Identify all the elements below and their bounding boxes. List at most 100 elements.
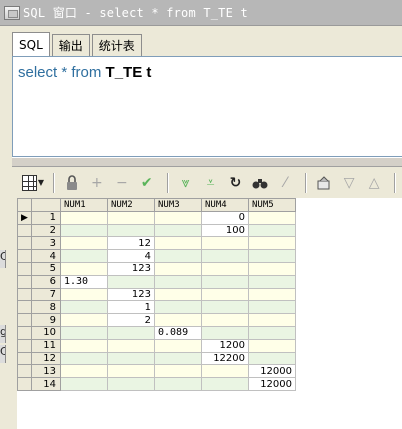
grid-cell[interactable]	[154, 274, 202, 289]
grid-cell[interactable]	[248, 249, 296, 263]
grid-cell[interactable]	[60, 338, 108, 353]
grid-cell[interactable]	[107, 274, 155, 289]
grid-cell[interactable]	[154, 249, 202, 263]
grid-cell[interactable]: 0	[201, 210, 249, 225]
delete-record-icon[interactable]: −	[111, 172, 133, 194]
grid-cell[interactable]	[60, 249, 108, 263]
table-row[interactable]: 11 1200	[17, 338, 296, 353]
filter-up-icon[interactable]: △	[363, 172, 385, 194]
table-row[interactable]: 10 0.089	[17, 325, 296, 340]
lock-icon[interactable]	[61, 172, 83, 194]
row-marker[interactable]	[17, 351, 32, 366]
grid-cell[interactable]: 100	[201, 223, 249, 238]
result-grid[interactable]: NUM1 NUM2 NUM3 NUM4 NUM5 ▶ 1 0 2 100 3 12 4 4 5 12…	[17, 198, 402, 429]
row-number[interactable]: 11	[31, 338, 61, 353]
row-number[interactable]: 10	[31, 325, 61, 340]
row-number[interactable]: 4	[31, 249, 61, 263]
row-number[interactable]: 1	[31, 210, 61, 225]
table-row[interactable]: 5 123	[17, 261, 296, 276]
export-icon[interactable]	[313, 172, 335, 194]
grid-cell[interactable]	[154, 313, 202, 327]
row-marker[interactable]	[17, 377, 32, 391]
grid-cell[interactable]	[248, 236, 296, 251]
grid-cell[interactable]: 1.30	[60, 274, 108, 289]
grid-cell[interactable]	[107, 364, 155, 379]
grid-cell[interactable]	[248, 210, 296, 225]
post-changes-icon[interactable]: ✔	[136, 172, 158, 194]
table-row[interactable]: 13 12000	[17, 364, 296, 379]
grid-cell[interactable]	[107, 338, 155, 353]
grid-cell[interactable]	[201, 300, 249, 315]
grid-cell[interactable]	[154, 223, 202, 238]
grid-cell[interactable]	[248, 223, 296, 238]
row-number[interactable]: 5	[31, 261, 61, 276]
grid-cell[interactable]	[248, 287, 296, 302]
grid-cell[interactable]	[60, 210, 108, 225]
grid-cell[interactable]	[154, 351, 202, 366]
grid-cell[interactable]	[201, 313, 249, 327]
filter-down-icon[interactable]: ▽	[338, 172, 360, 194]
row-marker[interactable]	[17, 300, 32, 315]
grid-cell[interactable]	[60, 223, 108, 238]
grid-cell[interactable]	[60, 364, 108, 379]
column-header-num3[interactable]: NUM3	[154, 198, 202, 212]
grid-cell[interactable]: 12	[107, 236, 155, 251]
table-row[interactable]: 6 1.30	[17, 274, 296, 289]
add-record-icon[interactable]: +	[86, 172, 108, 194]
row-marker[interactable]	[17, 236, 32, 251]
row-marker[interactable]	[17, 274, 32, 289]
grid-cell[interactable]	[107, 223, 155, 238]
grid-cell[interactable]	[60, 325, 108, 340]
table-row[interactable]: 92	[17, 313, 296, 327]
grid-cell[interactable]	[201, 274, 249, 289]
column-header-num5[interactable]: NUM5	[248, 198, 296, 212]
grid-cell[interactable]	[60, 236, 108, 251]
grid-cell[interactable]	[107, 325, 155, 340]
grid-cell[interactable]	[154, 377, 202, 391]
table-row[interactable]: 12 12200	[17, 351, 296, 366]
grid-cell[interactable]: 0.089	[154, 325, 202, 340]
grid-cell[interactable]	[248, 338, 296, 353]
row-number[interactable]: 2	[31, 223, 61, 238]
grid-cell[interactable]: 2	[107, 313, 155, 327]
row-number[interactable]: 7	[31, 287, 61, 302]
column-header-num4[interactable]: NUM4	[201, 198, 249, 212]
grid-cell[interactable]: 1200	[201, 338, 249, 353]
grid-cell[interactable]	[201, 236, 249, 251]
grid-cell[interactable]	[201, 249, 249, 263]
row-number[interactable]: 14	[31, 377, 61, 391]
grid-cell[interactable]	[107, 351, 155, 366]
fetch-next-icon[interactable]: ⩔	[175, 172, 197, 194]
title-bar[interactable]: SQL 窗口 - select * from T_TE t	[0, 0, 402, 26]
grid-cell[interactable]	[248, 313, 296, 327]
column-header-num1[interactable]: NUM1	[60, 198, 108, 212]
table-row[interactable]: 3 12	[17, 236, 296, 251]
grid-cell[interactable]	[154, 364, 202, 379]
row-number[interactable]: 6	[31, 274, 61, 289]
table-row[interactable]: 14 12000	[17, 377, 296, 391]
table-row[interactable]: 2 100	[17, 223, 296, 238]
grid-cell[interactable]	[248, 274, 296, 289]
row-marker[interactable]	[17, 249, 32, 263]
tab-statistics[interactable]: 统计表	[91, 34, 142, 56]
clear-icon[interactable]: ⁄	[274, 172, 296, 194]
row-marker[interactable]	[17, 287, 32, 302]
grid-cell[interactable]	[154, 236, 202, 251]
grid-cell[interactable]: 12000	[248, 364, 296, 379]
tab-output[interactable]: 输出	[51, 34, 90, 56]
row-number[interactable]: 12	[31, 351, 61, 366]
grid-cell[interactable]: 123	[107, 261, 155, 276]
grid-cell[interactable]	[60, 261, 108, 276]
row-number[interactable]: 13	[31, 364, 61, 379]
grid-cell[interactable]	[60, 287, 108, 302]
editor-splitter[interactable]	[12, 157, 402, 167]
row-number[interactable]: 8	[31, 300, 61, 315]
grid-cell[interactable]: 12200	[201, 351, 249, 366]
grid-cell[interactable]	[201, 377, 249, 391]
grid-cell[interactable]	[154, 210, 202, 225]
refresh-icon[interactable]: ↻	[225, 172, 247, 194]
row-marker[interactable]	[17, 313, 32, 327]
fetch-last-icon[interactable]: ⩡	[200, 172, 222, 194]
grid-cell[interactable]	[60, 300, 108, 315]
grid-cell[interactable]	[154, 338, 202, 353]
